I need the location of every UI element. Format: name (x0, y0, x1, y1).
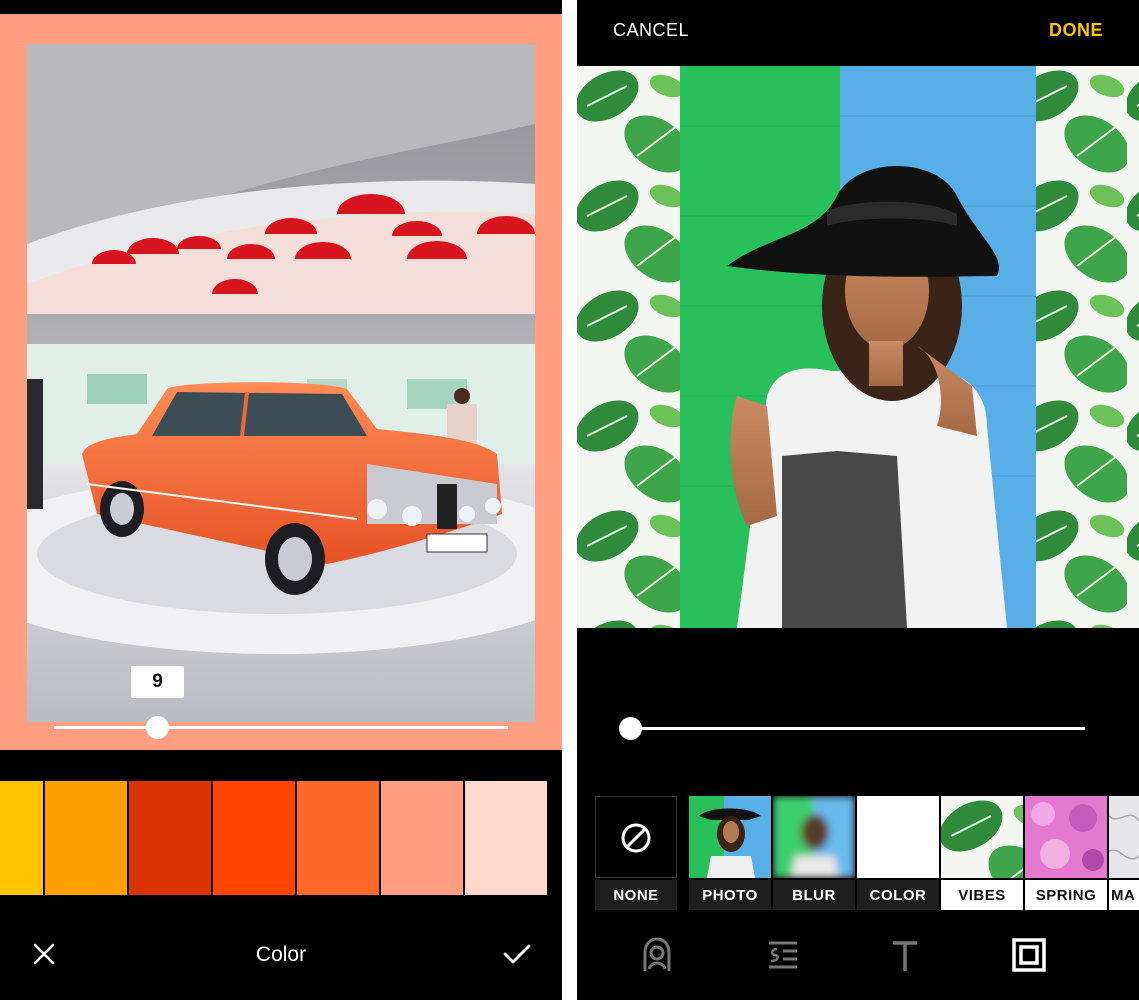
no-symbol-icon (621, 823, 651, 853)
blur-slider-knob[interactable] (619, 717, 642, 740)
background-option-none[interactable]: NONE (595, 796, 677, 910)
text-icon[interactable] (885, 935, 925, 975)
bottom-bar-title: Color (255, 943, 307, 966)
option-label: BLUR (773, 880, 855, 910)
background-option-spring[interactable]: SPRING (1025, 796, 1107, 910)
option-label: COLOR (857, 880, 939, 910)
checkmark-icon[interactable] (503, 943, 531, 965)
car-photo (27, 44, 535, 722)
done-button[interactable]: DONE (1049, 20, 1103, 41)
option-label: MA (1109, 880, 1139, 910)
background-option-photo[interactable]: PHOTO (689, 796, 771, 910)
color-swatch[interactable] (45, 781, 127, 895)
portrait-photo (680, 66, 1036, 628)
color-thumbnail (857, 796, 939, 878)
edit-canvas (577, 66, 1139, 628)
background-option-vibes[interactable]: VIBES (941, 796, 1023, 910)
frame-width-slider-track[interactable] (54, 726, 508, 729)
background-options-row: NONE PHOTO BLUR COLOR VIBES SPRING MA (595, 796, 1139, 910)
marble-thumbnail (1109, 796, 1139, 878)
blur-thumbnail (773, 796, 855, 878)
background-option-marble[interactable]: MA (1109, 796, 1139, 910)
option-label: PHOTO (689, 880, 771, 910)
background-option-blur[interactable]: BLUR (773, 796, 855, 910)
color-swatch-selected[interactable] (381, 781, 463, 895)
text-align-icon[interactable] (763, 935, 803, 975)
frame-width-slider-knob[interactable] (146, 716, 169, 739)
option-label: VIBES (941, 880, 1023, 910)
color-editor-screen: 9 Color (0, 0, 562, 1000)
option-label: NONE (595, 880, 677, 910)
background-editor-screen: CANCEL DONE NONE PHOTO BLUR COLOR VIBES … (577, 0, 1139, 1000)
color-swatch[interactable] (213, 781, 295, 895)
face-icon[interactable] (637, 935, 677, 975)
blur-slider-track[interactable] (630, 727, 1085, 730)
color-swatch[interactable] (129, 781, 211, 895)
spring-thumbnail (1025, 796, 1107, 878)
slider-value-badge: 9 (131, 666, 184, 698)
color-swatch[interactable] (465, 781, 547, 895)
background-option-color[interactable]: COLOR (857, 796, 939, 910)
frame-icon[interactable] (1009, 935, 1049, 975)
color-swatch-row (0, 781, 562, 895)
color-swatch[interactable] (297, 781, 379, 895)
color-swatch[interactable] (0, 781, 43, 895)
vibes-thumbnail (941, 796, 1023, 878)
cancel-button[interactable]: CANCEL (613, 20, 689, 41)
photo-thumbnail (689, 796, 771, 878)
option-label: SPRING (1025, 880, 1107, 910)
